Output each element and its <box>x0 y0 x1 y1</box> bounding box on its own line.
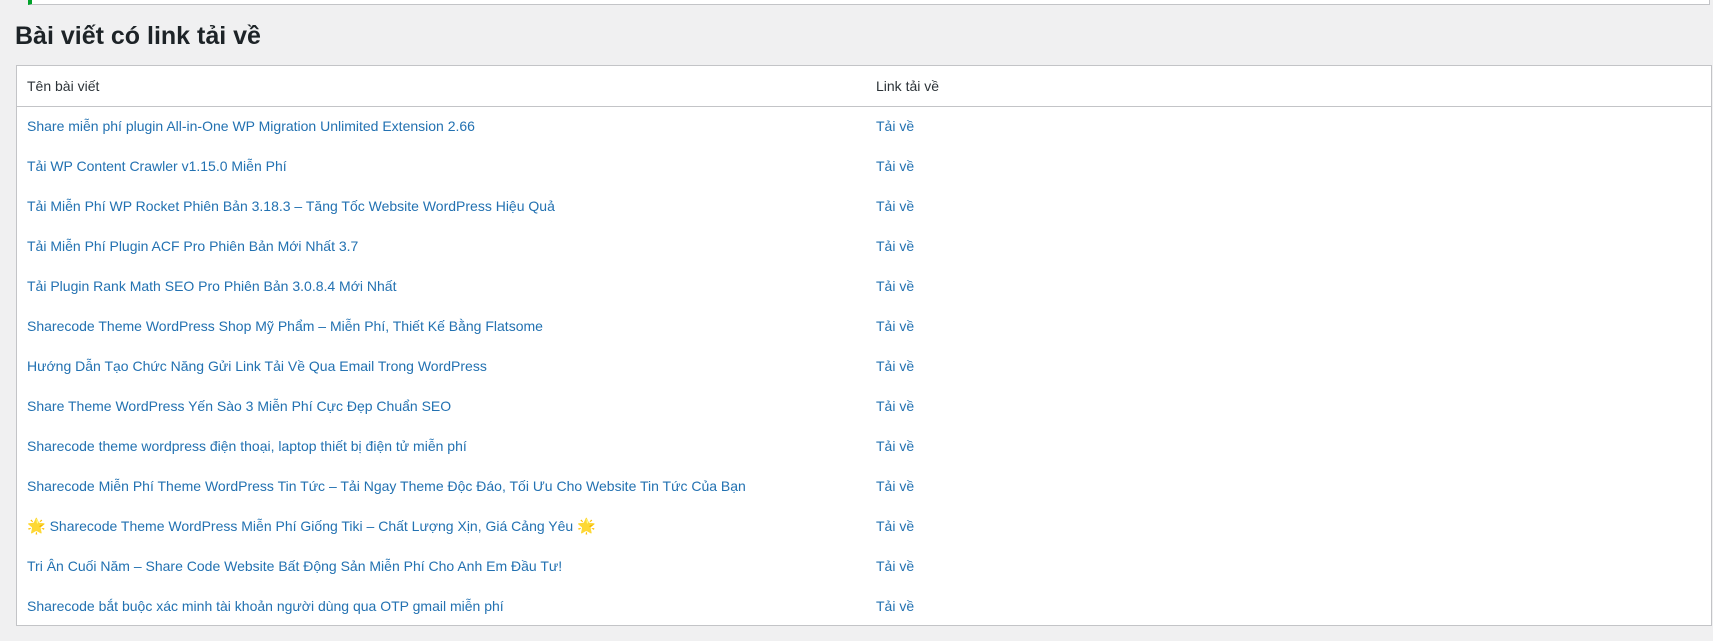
post-title-link[interactable]: Tải Plugin Rank Math SEO Pro Phiên Bản 3… <box>27 278 396 294</box>
download-link[interactable]: Tải về <box>876 238 914 254</box>
download-link[interactable]: Tải về <box>876 598 914 614</box>
column-header-download: Link tải về <box>866 66 1711 107</box>
table-row: Sharecode bắt buộc xác minh tài khoản ng… <box>17 586 1711 626</box>
download-link[interactable]: Tải về <box>876 158 914 174</box>
post-title-link[interactable]: Sharecode Theme WordPress Miễn Phí Giống… <box>50 518 574 534</box>
post-title-cell: Tải Plugin Rank Math SEO Pro Phiên Bản 3… <box>17 266 866 306</box>
download-link[interactable]: Tải về <box>876 438 914 454</box>
post-title-cell: 🌟 Sharecode Theme WordPress Miễn Phí Giố… <box>17 506 866 546</box>
table-row: Tri Ân Cuối Năm – Share Code Website Bất… <box>17 546 1711 586</box>
table-body: Share miễn phí plugin All-in-One WP Migr… <box>17 106 1711 626</box>
post-title-link[interactable]: Tải WP Content Crawler v1.15.0 Miễn Phí <box>27 158 287 174</box>
post-title-link[interactable]: Sharecode theme wordpress điện thoại, la… <box>27 438 467 454</box>
post-title-cell: Share miễn phí plugin All-in-One WP Migr… <box>17 106 866 146</box>
post-title-cell: Tải Miễn Phí WP Rocket Phiên Bản 3.18.3 … <box>17 186 866 226</box>
download-link-cell: Tải về <box>866 586 1711 626</box>
posts-table-container: Tên bài viết Link tải về Share miễn phí … <box>16 65 1712 626</box>
admin-notice-bar <box>28 0 1710 5</box>
download-link-cell: Tải về <box>866 546 1711 586</box>
table-row: Tải Miễn Phí Plugin ACF Pro Phiên Bản Mớ… <box>17 226 1711 266</box>
table-row: 🌟 Sharecode Theme WordPress Miễn Phí Giố… <box>17 506 1711 546</box>
download-link[interactable]: Tải về <box>876 518 914 534</box>
post-title-cell: Hướng Dẫn Tạo Chức Năng Gửi Link Tải Về … <box>17 346 866 386</box>
post-title-cell: Sharecode theme wordpress điện thoại, la… <box>17 426 866 466</box>
download-link[interactable]: Tải về <box>876 198 914 214</box>
post-title-link[interactable]: Tải Miễn Phí WP Rocket Phiên Bản 3.18.3 … <box>27 198 555 214</box>
table-row: Sharecode Miễn Phí Theme WordPress Tin T… <box>17 466 1711 506</box>
post-title-cell: Share Theme WordPress Yến Sào 3 Miễn Phí… <box>17 386 866 426</box>
post-title-link[interactable]: Hướng Dẫn Tạo Chức Năng Gửi Link Tải Về … <box>27 358 487 374</box>
page-title: Bài viết có link tải về <box>15 22 261 50</box>
download-link-cell: Tải về <box>866 306 1711 346</box>
post-title-cell: Tải WP Content Crawler v1.15.0 Miễn Phí <box>17 146 866 186</box>
post-title-cell: Tải Miễn Phí Plugin ACF Pro Phiên Bản Mớ… <box>17 226 866 266</box>
star-icon: 🌟 <box>27 518 46 535</box>
download-link-cell: Tải về <box>866 386 1711 426</box>
table-row: Hướng Dẫn Tạo Chức Năng Gửi Link Tải Về … <box>17 346 1711 386</box>
table-row: Sharecode Theme WordPress Shop Mỹ Phẩm –… <box>17 306 1711 346</box>
post-title-link[interactable]: Tải Miễn Phí Plugin ACF Pro Phiên Bản Mớ… <box>27 238 358 254</box>
download-link[interactable]: Tải về <box>876 358 914 374</box>
column-header-title: Tên bài viết <box>17 66 866 107</box>
download-link[interactable]: Tải về <box>876 558 914 574</box>
post-title-link[interactable]: Sharecode Theme WordPress Shop Mỹ Phẩm –… <box>27 318 543 334</box>
download-link-cell: Tải về <box>866 466 1711 506</box>
download-link-cell: Tải về <box>866 426 1711 466</box>
table-row: Share miễn phí plugin All-in-One WP Migr… <box>17 106 1711 146</box>
download-link[interactable]: Tải về <box>876 398 914 414</box>
download-link[interactable]: Tải về <box>876 478 914 494</box>
download-link-cell: Tải về <box>866 266 1711 306</box>
download-link-cell: Tải về <box>866 346 1711 386</box>
post-title-link[interactable]: Sharecode bắt buộc xác minh tài khoản ng… <box>27 598 504 614</box>
download-link[interactable]: Tải về <box>876 118 914 134</box>
download-link[interactable]: Tải về <box>876 318 914 334</box>
post-title-link[interactable]: Sharecode Miễn Phí Theme WordPress Tin T… <box>27 478 746 494</box>
table-row: Tải Miễn Phí WP Rocket Phiên Bản 3.18.3 … <box>17 186 1711 226</box>
download-link-cell: Tải về <box>866 186 1711 226</box>
post-title-link[interactable]: Share miễn phí plugin All-in-One WP Migr… <box>27 118 475 134</box>
post-title-cell: Sharecode Theme WordPress Shop Mỹ Phẩm –… <box>17 306 866 346</box>
post-title-cell: Sharecode Miễn Phí Theme WordPress Tin T… <box>17 466 866 506</box>
table-row: Tải WP Content Crawler v1.15.0 Miễn Phí T… <box>17 146 1711 186</box>
post-title-link[interactable]: Share Theme WordPress Yến Sào 3 Miễn Phí… <box>27 398 451 414</box>
table-row: Sharecode theme wordpress điện thoại, la… <box>17 426 1711 466</box>
post-title-cell: Tri Ân Cuối Năm – Share Code Website Bất… <box>17 546 866 586</box>
download-link[interactable]: Tải về <box>876 278 914 294</box>
download-link-cell: Tải về <box>866 106 1711 146</box>
download-link-cell: Tải về <box>866 146 1711 186</box>
table-header-row: Tên bài viết Link tải về <box>17 66 1711 107</box>
posts-table: Tên bài viết Link tải về Share miễn phí … <box>17 66 1711 626</box>
table-row: Tải Plugin Rank Math SEO Pro Phiên Bản 3… <box>17 266 1711 306</box>
table-row: Share Theme WordPress Yến Sào 3 Miễn Phí… <box>17 386 1711 426</box>
post-title-link[interactable]: Tri Ân Cuối Năm – Share Code Website Bất… <box>27 558 562 574</box>
download-link-cell: Tải về <box>866 226 1711 266</box>
post-title-cell: Sharecode bắt buộc xác minh tài khoản ng… <box>17 586 866 626</box>
star-icon: 🌟 <box>577 518 596 535</box>
download-link-cell: Tải về <box>866 506 1711 546</box>
